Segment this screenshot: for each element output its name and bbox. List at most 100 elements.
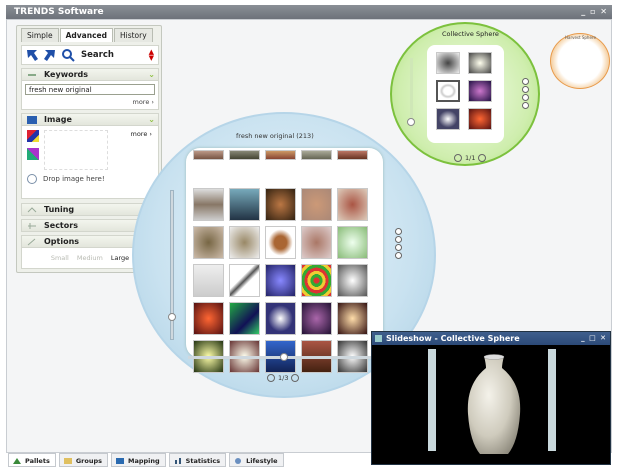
next-page-icon[interactable]: [478, 154, 487, 162]
prev-page-icon[interactable]: [454, 154, 462, 162]
image-thumb[interactable]: [193, 264, 224, 297]
zoom-in-icon[interactable]: [395, 228, 402, 235]
image-thumb[interactable]: [229, 302, 260, 335]
zoom-out-icon[interactable]: [522, 102, 529, 109]
image-drop-area[interactable]: [44, 130, 108, 170]
size-small-option[interactable]: Small: [51, 254, 69, 262]
zoom-fit-icon[interactable]: [522, 94, 529, 101]
image-thumb[interactable]: [301, 150, 332, 160]
pallets-icon: [13, 458, 21, 464]
image-thumb[interactable]: [265, 226, 296, 259]
image-thumb[interactable]: [301, 264, 332, 297]
tab-advanced[interactable]: Advanced: [59, 28, 113, 42]
keywords-header[interactable]: Keywords ⌄: [22, 69, 158, 81]
image-thumb[interactable]: [193, 226, 224, 259]
tab-statistics-label: Statistics: [185, 457, 221, 465]
harvest-sphere[interactable]: [550, 33, 610, 89]
keywords-title: Keywords: [44, 70, 89, 79]
image-thumb[interactable]: [193, 150, 224, 160]
image-thumb[interactable]: [265, 188, 296, 221]
zoom-fit-icon[interactable]: [395, 244, 402, 251]
image-thumb-selected[interactable]: [436, 80, 460, 102]
size-medium-option[interactable]: Medium: [77, 254, 103, 262]
collective-image-grid: [436, 52, 492, 130]
window-controls[interactable]: _ ▫ ✕: [581, 5, 608, 19]
tab-simple[interactable]: Simple: [21, 28, 59, 42]
drop-image-hint[interactable]: Drop image here!: [27, 174, 105, 184]
image-thumb[interactable]: [229, 150, 260, 160]
image-thumb[interactable]: [337, 226, 368, 259]
image-thumb[interactable]: [468, 80, 492, 102]
image-thumb[interactable]: [436, 52, 460, 74]
slider-knob[interactable]: [168, 313, 176, 321]
collective-page-indicator: 1/1: [465, 154, 476, 162]
clear-search-icon[interactable]: ▲ ▼: [149, 49, 154, 62]
image-thumb[interactable]: [193, 188, 224, 221]
slideshow-title-bar[interactable]: Slideshow - Collective Sphere _ □ ✕: [372, 332, 610, 345]
slider-knob[interactable]: [407, 118, 415, 126]
prev-slide-bar[interactable]: [428, 349, 436, 451]
image-thumb[interactable]: [337, 302, 368, 335]
image-thumb[interactable]: [301, 226, 332, 259]
image-thumb[interactable]: [265, 264, 296, 297]
tab-groups-label: Groups: [75, 457, 102, 465]
image-icon: [27, 116, 37, 124]
zoom-reset-icon[interactable]: [395, 236, 402, 243]
prev-page-icon[interactable]: [267, 374, 275, 382]
tab-lifestyle[interactable]: Lifestyle: [229, 453, 284, 467]
image-section: Image ⌄ more › Drop image here!: [21, 113, 159, 199]
image-header[interactable]: Image ⌄: [22, 114, 158, 126]
slideshow-window-controls[interactable]: _ □ ✕: [581, 332, 607, 345]
image-thumb[interactable]: [265, 302, 296, 335]
chevron-down-icon[interactable]: ⌄: [148, 69, 155, 81]
app-icon: [375, 335, 382, 342]
back-arrow-icon[interactable]: [25, 48, 39, 62]
image-thumb[interactable]: [265, 150, 296, 160]
main-scroll-slider[interactable]: [188, 353, 382, 361]
image-thumb[interactable]: [468, 52, 492, 74]
image-thumb[interactable]: [193, 302, 224, 335]
search-button[interactable]: Search: [81, 50, 114, 60]
tab-groups[interactable]: Groups: [58, 453, 108, 467]
image-thumb[interactable]: [229, 226, 260, 259]
forward-arrow-icon[interactable]: [43, 48, 57, 62]
slideshow-window: Slideshow - Collective Sphere _ □ ✕: [371, 331, 611, 465]
size-large-option[interactable]: Large: [111, 254, 129, 262]
zoom-in-icon[interactable]: [522, 78, 529, 85]
color-palette-icon[interactable]: [27, 130, 39, 142]
tab-history[interactable]: History: [113, 28, 153, 42]
image-thumb[interactable]: [468, 108, 492, 130]
image-thumb[interactable]: [436, 108, 460, 130]
image-thumb[interactable]: [301, 188, 332, 221]
image-thumb[interactable]: [337, 264, 368, 297]
keywords-more-link[interactable]: more ›: [22, 98, 158, 106]
tab-pallets[interactable]: Pallets: [8, 453, 56, 467]
image-more-link[interactable]: more ›: [130, 130, 152, 138]
zoom-out-icon[interactable]: [395, 252, 402, 259]
main-zoom-slider[interactable]: [168, 190, 176, 340]
image-thumb[interactable]: [301, 302, 332, 335]
window-title: TRENDS Software: [14, 7, 104, 17]
next-page-icon[interactable]: [291, 374, 300, 382]
collective-zoom-slider[interactable]: [407, 58, 415, 128]
query-tabs: Simple Advanced History: [21, 28, 154, 42]
zoom-reset-icon[interactable]: [522, 86, 529, 93]
options-title: Options: [44, 237, 80, 246]
search-toolbar: Search ▲ ▼: [21, 45, 159, 65]
chevron-down-icon[interactable]: ⌄: [148, 114, 155, 126]
search-icon[interactable]: [61, 48, 75, 62]
tuning-title: Tuning: [44, 205, 75, 214]
options-icon: [27, 238, 36, 246]
image-thumb[interactable]: [229, 264, 260, 297]
tab-statistics[interactable]: Statistics: [168, 453, 227, 467]
texture-palette-icon[interactable]: [27, 148, 39, 160]
main-pager: 1/3: [267, 374, 300, 382]
tab-mapping[interactable]: Mapping: [110, 453, 166, 467]
keywords-input[interactable]: fresh new original: [25, 84, 155, 95]
image-thumb[interactable]: [229, 188, 260, 221]
sectors-title: Sectors: [44, 221, 78, 230]
slider-knob[interactable]: [280, 353, 288, 361]
next-slide-bar[interactable]: [548, 349, 556, 451]
image-thumb[interactable]: [337, 150, 368, 160]
image-thumb[interactable]: [337, 188, 368, 221]
